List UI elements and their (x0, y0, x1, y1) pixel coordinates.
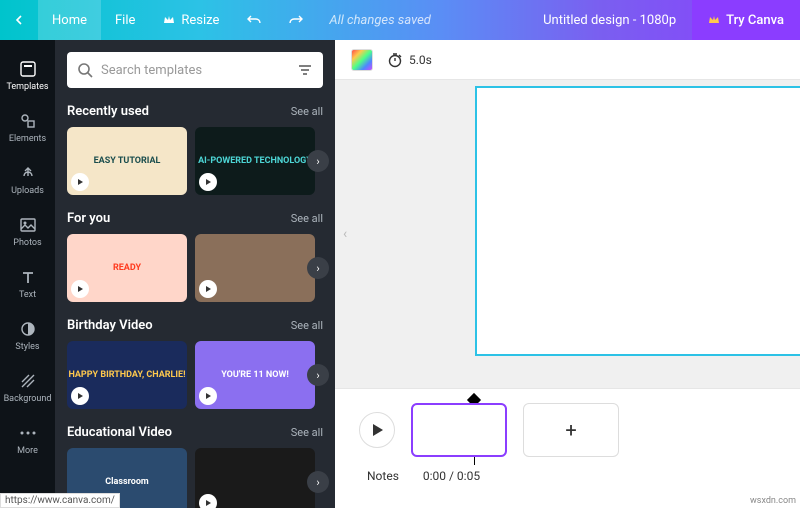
timeline-clip[interactable] (411, 403, 507, 457)
rail-text[interactable]: Text (0, 258, 55, 310)
template-row: EASY TUTORIALAI-POWERED TECHNOLOGY › (67, 127, 323, 195)
scroll-right-button[interactable]: › (307, 150, 329, 172)
notes-button[interactable]: Notes (367, 469, 399, 483)
template-thumbnail[interactable] (195, 234, 315, 302)
try-canva-button[interactable]: Try Canva (692, 0, 800, 40)
play-icon (71, 387, 89, 405)
rail-background[interactable]: Background (0, 362, 55, 414)
template-row: HAPPY BIRTHDAY, CHARLIE!YOU'RE 11 NOW! › (67, 341, 323, 409)
rail-elements[interactable]: Elements (0, 102, 55, 154)
template-thumbnail[interactable]: READY (67, 234, 187, 302)
duration-control[interactable]: 5.0s (387, 52, 432, 68)
see-all-link[interactable]: See all (291, 426, 323, 439)
stopwatch-icon (387, 52, 403, 68)
filter-icon[interactable] (297, 62, 313, 78)
play-icon (71, 280, 89, 298)
color-picker[interactable] (351, 49, 373, 71)
crown-icon (163, 14, 175, 26)
template-thumbnail[interactable] (195, 448, 315, 508)
rail-styles[interactable]: Styles (0, 310, 55, 362)
design-title[interactable]: Untitled design - 1080p (543, 13, 676, 28)
save-status: All changes saved (329, 13, 430, 28)
search-input[interactable] (101, 63, 289, 78)
add-page-button[interactable]: + (523, 403, 619, 457)
undo-button[interactable] (233, 0, 275, 40)
styles-icon (19, 320, 37, 338)
resize-button[interactable]: Resize (149, 0, 233, 40)
canvas-stage[interactable] (475, 86, 800, 356)
uploads-icon (19, 164, 37, 182)
background-icon (19, 372, 37, 390)
search-icon (77, 62, 93, 78)
rail-templates[interactable]: Templates (0, 50, 55, 102)
see-all-link[interactable]: See all (291, 105, 323, 118)
redo-button[interactable] (275, 0, 317, 40)
prev-page-button[interactable]: ‹ (343, 226, 347, 242)
home-button[interactable]: Home (38, 0, 101, 40)
search-bar[interactable] (67, 52, 323, 88)
section-title: Recently used (67, 104, 149, 119)
see-all-link[interactable]: See all (291, 212, 323, 225)
scroll-right-button[interactable]: › (307, 364, 329, 386)
elements-icon (19, 112, 37, 130)
play-icon (199, 387, 217, 405)
play-icon (199, 494, 217, 508)
template-thumbnail[interactable]: YOU'RE 11 NOW! (195, 341, 315, 409)
stage-wrap: ‹ (335, 80, 800, 388)
canvas-area: 5.0s ‹ + Notes 0:00 / 0:05 (335, 40, 800, 508)
text-icon (19, 268, 37, 286)
section-title: For you (67, 211, 110, 226)
back-button[interactable] (0, 0, 38, 40)
template-row: READY › (67, 234, 323, 302)
template-thumbnail[interactable]: HAPPY BIRTHDAY, CHARLIE! (67, 341, 187, 409)
templates-panel: Recently used See all EASY TUTORIALAI-PO… (55, 40, 335, 508)
section-title: Educational Video (67, 425, 172, 440)
rail-uploads[interactable]: Uploads (0, 154, 55, 206)
canvas-toolbar: 5.0s (335, 40, 800, 80)
crown-icon (708, 14, 720, 26)
browser-statusbar: https://www.canva.com/ (0, 493, 120, 508)
play-icon (71, 173, 89, 191)
templates-icon (19, 60, 37, 78)
template-thumbnail[interactable]: EASY TUTORIAL (67, 127, 187, 195)
play-icon (199, 280, 217, 298)
play-button[interactable] (359, 412, 395, 448)
top-bar: Home File Resize All changes saved Untit… (0, 0, 800, 40)
see-all-link[interactable]: See all (291, 319, 323, 332)
rail-photos[interactable]: Photos (0, 206, 55, 258)
template-thumbnail[interactable]: AI-POWERED TECHNOLOGY (195, 127, 315, 195)
timeline: + Notes 0:00 / 0:05 (335, 388, 800, 508)
scroll-right-button[interactable]: › (307, 471, 329, 493)
file-menu[interactable]: File (101, 0, 149, 40)
scroll-right-button[interactable]: › (307, 257, 329, 279)
section-title: Birthday Video (67, 318, 153, 333)
side-rail: Templates Elements Uploads Photos Text S… (0, 40, 55, 508)
photos-icon (19, 216, 37, 234)
rail-more[interactable]: More (0, 414, 55, 466)
watermark: wsxdn.com (750, 496, 796, 506)
play-icon (199, 173, 217, 191)
time-display: 0:00 / 0:05 (423, 469, 480, 483)
more-icon (19, 424, 37, 442)
